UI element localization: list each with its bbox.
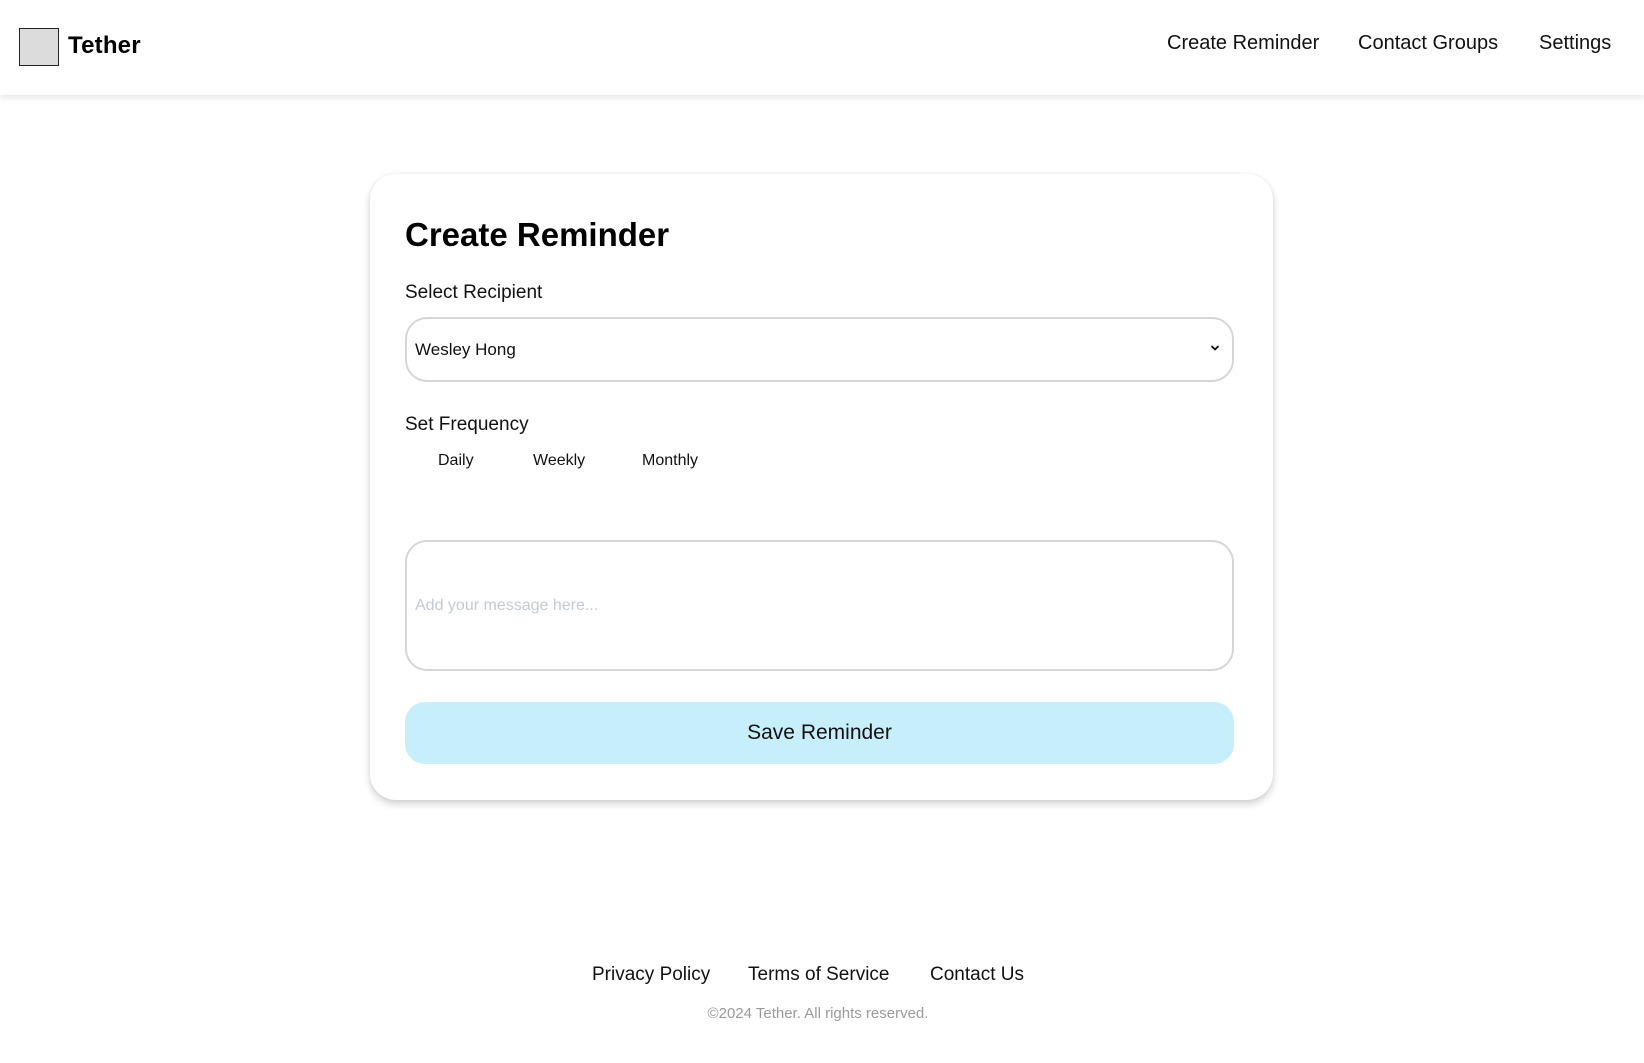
- frequency-option-daily[interactable]: Daily: [438, 452, 474, 470]
- recipient-label: Select Recipient: [405, 282, 543, 303]
- page-title: Create Reminder: [405, 216, 670, 253]
- frequency-label: Set Frequency: [405, 414, 529, 435]
- footer-link-privacy-policy[interactable]: Privacy Policy: [592, 964, 710, 986]
- save-reminder-button[interactable]: Save Reminder: [405, 702, 1234, 764]
- footer-link-terms-of-service[interactable]: Terms of Service: [748, 964, 889, 986]
- chevron-down-icon: [1211, 345, 1219, 351]
- create-reminder-card: Create Reminder Select Recipient Wesley …: [370, 174, 1273, 800]
- frequency-option-weekly[interactable]: Weekly: [533, 452, 585, 470]
- nav-settings[interactable]: Settings: [1539, 32, 1611, 55]
- footer-link-contact-us[interactable]: Contact Us: [930, 964, 1024, 986]
- message-placeholder: Add your message here...: [415, 597, 599, 614]
- logo-icon[interactable]: [19, 28, 59, 66]
- nav-contact-groups[interactable]: Contact Groups: [1358, 32, 1498, 55]
- frequency-option-monthly[interactable]: Monthly: [642, 452, 698, 470]
- brand-name[interactable]: Tether: [68, 32, 141, 60]
- copyright-text: ©2024 Tether. All rights reserved.: [707, 1005, 929, 1022]
- recipient-selected-value: Wesley Hong: [415, 340, 516, 359]
- top-navigation-bar: Tether Create Reminder Contact Groups Se…: [0, 0, 1644, 95]
- nav-create-reminder[interactable]: Create Reminder: [1167, 32, 1319, 55]
- recipient-select[interactable]: Wesley Hong: [405, 317, 1234, 382]
- message-textarea[interactable]: Add your message here...: [405, 540, 1234, 671]
